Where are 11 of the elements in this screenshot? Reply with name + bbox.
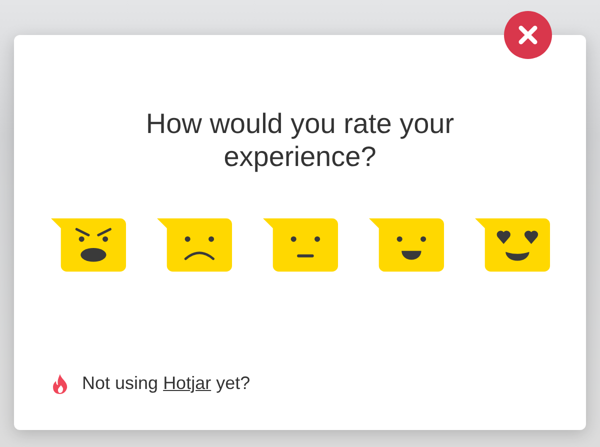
hotjar-link[interactable]: Hotjar: [163, 373, 212, 393]
love-face-button[interactable]: [474, 218, 550, 272]
happy-face-button[interactable]: [368, 218, 444, 272]
close-button[interactable]: [504, 11, 552, 59]
neutral-face-button[interactable]: [262, 218, 338, 272]
close-icon: [517, 24, 539, 46]
angry-face-button[interactable]: [50, 218, 126, 272]
dialog-title: How would you rate your experience?: [144, 107, 456, 173]
sad-face-button[interactable]: [156, 218, 232, 272]
flame-icon: [52, 374, 68, 394]
footer-text: Not using Hotjar yet?: [82, 373, 250, 394]
